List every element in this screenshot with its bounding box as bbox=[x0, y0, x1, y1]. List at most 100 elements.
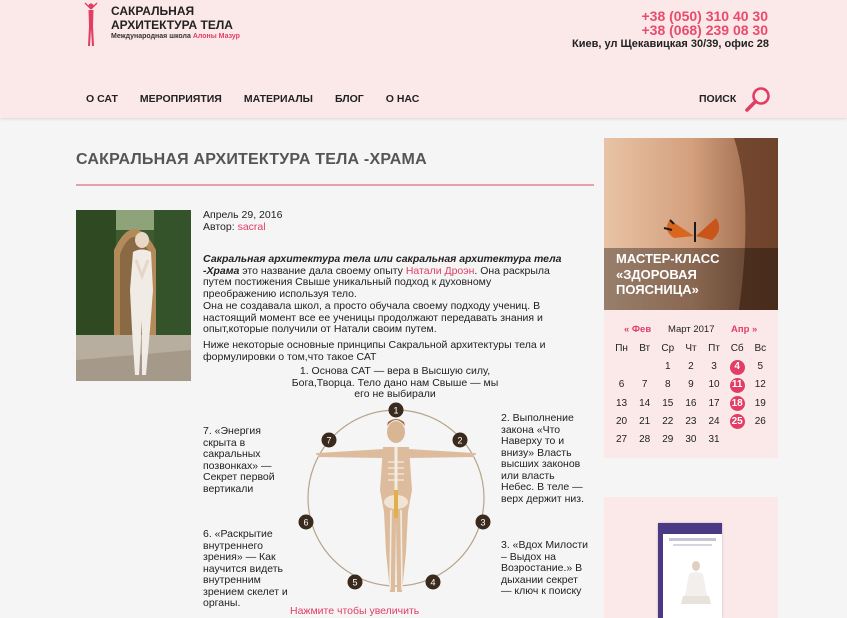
calendar-widget: « Фев Март 2017 Апр » Пн Вт Ср Чт Пт Сб Вс 1 2 3 4… bbox=[604, 310, 778, 458]
nav-item-materials[interactable]: МАТЕРИАЛЫ bbox=[244, 93, 313, 105]
calendar-weekday: Пн bbox=[615, 343, 628, 355]
logo-sub-prefix: Международная школа bbox=[111, 33, 191, 40]
paragraph-2: Она не создавала школ, а просто обучала … bbox=[203, 300, 543, 335]
book-cover[interactable] bbox=[658, 523, 722, 618]
marker-1: 1 bbox=[393, 406, 398, 416]
site-header: САКРАЛЬНАЯ АРХИТЕКТУРА ТЕЛА Международна… bbox=[0, 0, 847, 118]
logo-sub-name: Алоны Мазур bbox=[192, 33, 240, 40]
calendar-empty-day bbox=[726, 432, 749, 448]
principle-7: 7. «Энергия скрыта в сакральных позвонка… bbox=[203, 425, 275, 495]
calendar-day: 8 bbox=[665, 379, 671, 391]
book-cover-band bbox=[663, 523, 722, 534]
book-cover-image bbox=[669, 538, 716, 604]
calendar-day: 26 bbox=[754, 415, 766, 427]
calendar-weekday: Вт bbox=[639, 343, 651, 355]
nav-item-blog[interactable]: БЛОГ bbox=[335, 93, 364, 105]
post-date: Апрель 29, 2016 bbox=[203, 209, 283, 221]
search-label[interactable]: ПОИСК bbox=[699, 93, 736, 105]
address: Киев, ул Щекавицкая 30/39, офис 28 bbox=[572, 38, 769, 50]
calendar-weekday: Сб bbox=[730, 343, 744, 355]
enlarge-link[interactable]: Нажмите чтобы увеличить bbox=[290, 605, 419, 617]
logo-title[interactable]: САКРАЛЬНАЯ АРХИТЕКТУРА ТЕЛА bbox=[111, 4, 251, 32]
calendar-day: 2 bbox=[688, 361, 694, 373]
promo-title[interactable]: МАСТЕР-КЛАСС «ЗДОРОВАЯ ПОЯСНИЦА» bbox=[616, 251, 774, 298]
calendar-empty-day bbox=[633, 359, 656, 375]
calendar-day: 21 bbox=[639, 415, 651, 427]
calendar-weekday: Ср bbox=[661, 343, 675, 355]
calendar-day: 23 bbox=[685, 415, 697, 427]
calendar-day: 20 bbox=[616, 415, 628, 427]
calendar-day: 7 bbox=[641, 379, 648, 391]
principle-2: 2. Выполнение закона «Что Наверху то и в… bbox=[501, 412, 585, 505]
calendar-week-row: 6 7 8 9 10 11 12 bbox=[610, 376, 772, 394]
calendar-weekday: Чт bbox=[685, 343, 697, 355]
calendar-day: 14 bbox=[639, 397, 651, 409]
calendar-next-link[interactable]: Апр » bbox=[731, 324, 757, 335]
paragraph-1: Сакральная архитектура тела или сакральн… bbox=[203, 253, 563, 300]
paragraph-3: Ниже некоторые основные принципы Сакраль… bbox=[203, 339, 546, 363]
calendar-month: Март 2017 bbox=[668, 324, 715, 335]
main-nav: О САТ МЕРОПРИЯТИЯ МАТЕРИАЛЫ БЛОГ О НАС bbox=[86, 93, 441, 105]
principle-6: 6. «Раскрытие внутреннего зрения» — Как … bbox=[203, 528, 288, 609]
marker-2: 2 bbox=[457, 436, 462, 446]
paragraph-1-mid: это название дала своему опыту bbox=[239, 264, 406, 277]
post-author: Автор: sacral bbox=[203, 221, 266, 233]
calendar-day: 10 bbox=[708, 379, 720, 391]
marker-3: 3 bbox=[480, 518, 485, 528]
promo-banner[interactable]: МАСТЕР-КЛАСС «ЗДОРОВАЯ ПОЯСНИЦА» bbox=[604, 138, 778, 310]
calendar-week-row: 20 21 22 23 24 25 26 bbox=[610, 413, 772, 431]
calendar-day: 5 bbox=[757, 361, 764, 373]
principle-1: 1. Основа САТ — вера в Высшую силу, Бога… bbox=[291, 365, 499, 400]
search-icon[interactable] bbox=[744, 86, 772, 112]
calendar-day: 17 bbox=[708, 397, 720, 409]
calendar-weekday: Пт bbox=[708, 343, 720, 355]
principle-3: 3. «Вдох Милости – Выдох на Возростание.… bbox=[501, 539, 589, 597]
calendar-empty-day bbox=[610, 359, 633, 375]
calendar-grid: Пн Вт Ср Чт Пт Сб Вс 1 2 3 4 5 6 7 8 9 10 11 12 13 14 15 16 17 1… bbox=[610, 340, 772, 449]
calendar-day[interactable]: 18 bbox=[726, 396, 749, 412]
calendar-day[interactable]: 4 bbox=[726, 359, 749, 375]
logo-figure-icon[interactable] bbox=[83, 2, 99, 48]
calendar-day: 12 bbox=[754, 379, 766, 391]
calendar-day[interactable]: 11 bbox=[726, 377, 749, 393]
phone-2[interactable]: +38 (068) 239 08 30 bbox=[642, 22, 769, 38]
author-link[interactable]: sacral bbox=[238, 221, 266, 233]
natali-droen-link[interactable]: Натали Дроэн bbox=[406, 265, 475, 277]
calendar-weekday-row: Пн Вт Ср Чт Пт Сб Вс bbox=[610, 340, 772, 358]
nav-item-about-us[interactable]: О НАС bbox=[386, 93, 420, 105]
calendar-day: 28 bbox=[639, 434, 651, 446]
body-diagram[interactable]: 1 2 3 4 5 6 7 bbox=[296, 402, 496, 600]
nav-item-events[interactable]: МЕРОПРИЯТИЯ bbox=[140, 93, 222, 105]
nav-item-about-sat[interactable]: О САТ bbox=[86, 93, 118, 105]
calendar-day: 27 bbox=[616, 434, 628, 446]
marker-5: 5 bbox=[352, 578, 357, 588]
title-divider bbox=[76, 184, 594, 186]
calendar-week-row: 27 28 29 30 31 bbox=[610, 431, 772, 449]
marker-4: 4 bbox=[430, 578, 435, 588]
book-card[interactable] bbox=[604, 497, 778, 618]
calendar-day: 19 bbox=[754, 397, 766, 409]
calendar-day: 1 bbox=[665, 361, 671, 373]
calendar-week-row: 13 14 15 16 17 18 19 bbox=[610, 395, 772, 413]
marker-6: 6 bbox=[303, 518, 308, 528]
page-title: САКРАЛЬНАЯ АРХИТЕКТУРА ТЕЛА -ХРАМА bbox=[76, 151, 427, 168]
anatomy-figure bbox=[318, 419, 474, 592]
author-label: Автор: bbox=[203, 221, 235, 233]
calendar-day: 3 bbox=[711, 361, 717, 373]
calendar-weekday: Вс bbox=[754, 343, 767, 355]
calendar-empty-day bbox=[749, 432, 772, 448]
calendar-prev-link[interactable]: « Фев bbox=[624, 324, 651, 335]
logo-subtitle: Международная школа Алоны Мазур bbox=[111, 33, 240, 40]
calendar-day: 13 bbox=[616, 397, 628, 409]
post-thumbnail[interactable] bbox=[76, 210, 191, 381]
calendar-day: 9 bbox=[688, 379, 694, 391]
calendar-day: 29 bbox=[662, 434, 674, 446]
calendar-day: 30 bbox=[685, 434, 697, 446]
calendar-day: 15 bbox=[662, 397, 674, 409]
calendar-day[interactable]: 25 bbox=[726, 414, 749, 430]
calendar-day: 24 bbox=[708, 415, 720, 427]
calendar-week-row: 1 2 345 bbox=[610, 358, 772, 376]
calendar-day: 6 bbox=[618, 379, 625, 391]
calendar-day: 16 bbox=[685, 397, 697, 409]
woman-in-garden-image bbox=[76, 210, 191, 381]
